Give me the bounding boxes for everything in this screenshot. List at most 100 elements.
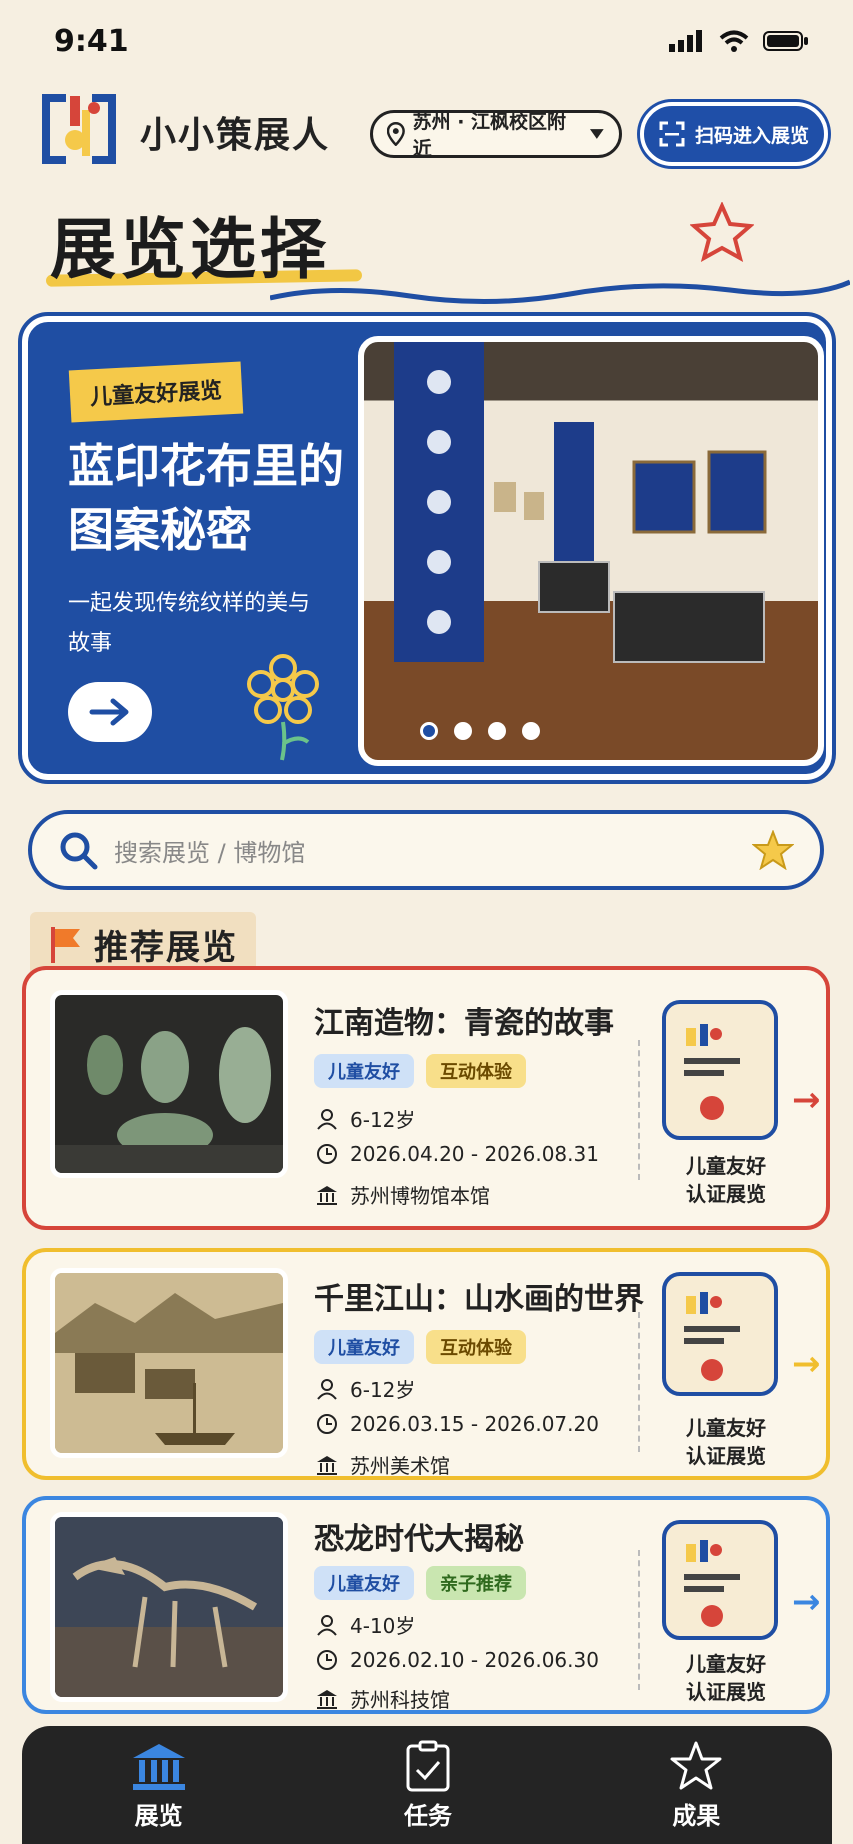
card-arrow-icon[interactable]: → [792,1582,821,1622]
venue-row: 苏州科技馆 [316,1684,450,1713]
clipboard-check-icon [406,1740,450,1791]
badge-label-line: 儿童友好 [686,1154,766,1178]
venue-row: 苏州博物馆本馆 [316,1180,490,1209]
badge-label-line: 儿童友好 [686,1416,766,1440]
clock-icon [317,1414,337,1434]
card-divider [638,1040,640,1180]
caret-down-icon [590,129,605,139]
tag-chip: 儿童友好 [314,1566,414,1600]
card-image [50,990,288,1178]
age-row: 4-10岁 [316,1610,415,1639]
venue-name: 苏州博物馆本馆 [350,1184,490,1208]
clock-icon [317,1650,337,1670]
location-pin-icon [387,122,405,146]
card-arrow-icon[interactable]: → [792,1080,821,1120]
tag-chip: 亲子推荐 [426,1566,526,1600]
museum-icon [317,1185,337,1205]
arrow-right-icon [89,698,129,726]
tag-chip: 儿童友好 [314,1330,414,1364]
badge-label: 儿童友好 认证展览 [666,1152,786,1208]
card-arrow-icon[interactable]: → [792,1344,821,1384]
nav-item-tasks[interactable]: 任务 [404,1740,452,1831]
scan-button[interactable]: 扫码进入展览 [640,102,828,166]
person-icon [317,1108,337,1130]
age-range: 6-12岁 [350,1108,416,1132]
location-selector[interactable]: 苏州 · 江枫校区附近 [370,110,622,160]
featured-banner[interactable]: 儿童友好展览 蓝印花布里的图案秘密 一起发现传统纹样的美与故事 [18,312,836,784]
card-divider [638,1312,640,1452]
age-row: 6-12岁 [316,1374,415,1403]
person-icon [317,1614,337,1636]
carousel-dots [420,722,540,740]
carousel-dot[interactable] [454,722,472,740]
date-range: 2026.03.15 - 2026.07.20 [350,1412,599,1436]
wifi-icon [719,30,749,52]
carousel-dot[interactable] [420,722,438,740]
certification-badge-icon [662,1272,778,1396]
app-name: 小小策展人 [140,115,331,156]
age-range: 6-12岁 [350,1378,416,1402]
status-time: 9:41 [54,24,129,59]
age-row: 6-12岁 [316,1104,415,1133]
card-title: 千里江山：山水画的世界 [314,1282,644,1317]
status-icons [669,30,809,52]
nav-label: 任务 [403,1801,452,1830]
venue-name: 苏州科技馆 [350,1688,450,1712]
wavy-line-decoration [270,279,850,305]
scan-icon [659,121,685,147]
banner-tag: 儿童友好展览 [68,361,244,423]
battery-icon [763,31,808,51]
location-label: 苏州 · 江枫校区附近 [412,111,567,160]
signal-icon [669,30,702,52]
star-icon [670,1741,722,1789]
badge-label: 儿童友好 认证展览 [666,1414,786,1470]
clock-icon [317,1144,337,1164]
date-range: 2026.02.10 - 2026.06.30 [350,1648,599,1672]
venue-name: 苏州美术馆 [350,1454,450,1478]
nav-label: 展览 [134,1801,183,1830]
exhibition-card[interactable]: 千里江山：山水画的世界 儿童友好 互动体验 6-12岁 2026.03.15 -… [22,1248,830,1480]
date-row: 2026.04.20 - 2026.08.31 [316,1142,599,1166]
flower-doodle-icon [247,654,319,761]
bottom-nav: 展览 任务 成果 [22,1726,832,1844]
certification-badge-icon [662,1000,778,1140]
banner-photo [358,336,824,766]
star-decoration-icon [690,202,754,262]
badge-label: 儿童友好 认证展览 [666,1650,786,1706]
nav-item-exhibitions[interactable]: 展览 [131,1740,187,1831]
age-range: 4-10岁 [350,1614,416,1638]
person-icon [317,1378,337,1400]
tag-chip: 互动体验 [426,1330,526,1364]
flag-icon [51,926,80,963]
carousel-dot[interactable] [522,722,540,740]
card-image [50,1512,288,1702]
certification-badge-icon [662,1520,778,1640]
banner-title: 蓝印花布里的图案秘密 [68,439,344,557]
banner-arrow-button[interactable] [68,682,152,742]
nav-label: 成果 [672,1801,721,1830]
card-title: 恐龙时代大揭秘 [314,1522,524,1557]
search-input[interactable]: 搜索展览 / 博物馆 [114,833,736,868]
badge-label-line: 儿童友好 [686,1652,766,1676]
venue-row: 苏州美术馆 [316,1450,450,1479]
card-divider [638,1550,640,1690]
carousel-dot[interactable] [488,722,506,740]
exhibition-card[interactable]: 江南造物：青瓷的故事 儿童友好 互动体验 6-12岁 2026.04.20 - … [22,966,830,1230]
badge-label-line: 认证展览 [686,1444,766,1468]
date-row: 2026.02.10 - 2026.06.30 [316,1648,599,1672]
nav-item-achievements[interactable]: 成果 [669,1740,723,1831]
search-icon [60,832,98,870]
tag-chip: 儿童友好 [314,1054,414,1088]
museum-icon [132,1743,185,1790]
date-range: 2026.04.20 - 2026.08.31 [350,1142,599,1166]
tag-chip: 互动体验 [426,1054,526,1088]
scan-button-label: 扫码进入展览 [694,124,809,147]
search-bar[interactable]: 搜索展览 / 博物馆 [28,810,824,890]
exhibition-card[interactable]: 恐龙时代大揭秘 儿童友好 亲子推荐 4-10岁 2026.02.10 - 202… [22,1496,830,1714]
date-row: 2026.03.15 - 2026.07.20 [316,1412,599,1436]
app-logo [36,88,122,170]
card-image [50,1268,288,1458]
card-title: 江南造物：青瓷的故事 [314,1006,614,1041]
museum-icon [317,1689,337,1709]
museum-icon [317,1455,337,1475]
